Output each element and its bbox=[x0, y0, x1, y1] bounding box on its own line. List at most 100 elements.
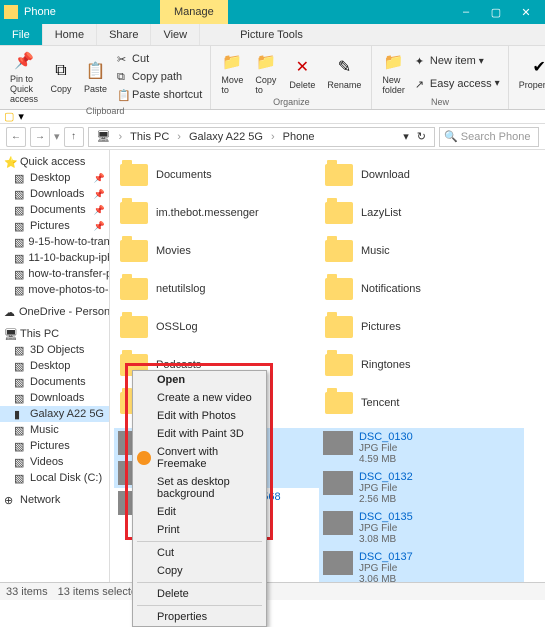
sidebar-device[interactable]: ▮Galaxy A22 5G bbox=[0, 406, 109, 422]
forward-button[interactable]: → bbox=[30, 127, 50, 147]
sidebar-onedrive[interactable]: ☁OneDrive - Personal bbox=[0, 304, 109, 320]
file-item[interactable]: DSC_0132JPG File2.56 MB bbox=[319, 468, 524, 508]
sidebar-3d-objects[interactable]: ▧3D Objects bbox=[0, 342, 109, 358]
properties-button[interactable]: ✔Properties bbox=[515, 48, 545, 97]
minimize-button[interactable]: – bbox=[451, 1, 481, 23]
close-button[interactable]: ✕ bbox=[511, 1, 541, 23]
copy-to-icon: 📁 bbox=[255, 51, 277, 73]
tree-label: OneDrive - Personal bbox=[19, 306, 109, 318]
ctx-convert-freemake[interactable]: Convert with Freemake bbox=[133, 443, 266, 473]
search-input[interactable]: 🔍 Search Phone bbox=[439, 127, 539, 147]
folder-item[interactable]: Download bbox=[319, 156, 524, 194]
ctx-print[interactable]: Print bbox=[133, 521, 266, 539]
file-type: JPG File bbox=[359, 443, 413, 454]
status-selected-count: 13 items selected bbox=[58, 586, 144, 598]
folder-item[interactable]: Ringtones bbox=[319, 346, 524, 384]
ctx-edit-photos[interactable]: Edit with Photos bbox=[133, 407, 266, 425]
folder-icon: ▧ bbox=[14, 188, 26, 200]
breadcrumb-device[interactable]: Galaxy A22 5G bbox=[185, 131, 267, 143]
ctx-cut[interactable]: Cut bbox=[133, 544, 266, 562]
folder-item[interactable]: Documents bbox=[114, 156, 319, 194]
ctx-set-desktop-bg[interactable]: Set as desktop background bbox=[133, 473, 266, 503]
paste-button[interactable]: 📋Paste bbox=[80, 48, 111, 106]
folder-icon: ▧ bbox=[14, 172, 26, 184]
ctx-delete[interactable]: Delete bbox=[133, 585, 266, 603]
sidebar-qa-desktop[interactable]: ▧Desktop📌 bbox=[0, 170, 109, 186]
copy-button[interactable]: ⧉Copy bbox=[46, 48, 76, 106]
sidebar-local-disk--c--[interactable]: ▧Local Disk (C:) bbox=[0, 470, 109, 486]
new-item-button[interactable]: ✦New item ▾ bbox=[415, 54, 500, 68]
tab-picture-tools[interactable]: Picture Tools bbox=[230, 24, 313, 45]
ctx-copy[interactable]: Copy bbox=[133, 562, 266, 580]
tab-file[interactable]: File bbox=[0, 24, 43, 45]
sidebar-videos[interactable]: ▧Videos bbox=[0, 454, 109, 470]
folder-item[interactable]: LazyList bbox=[319, 194, 524, 232]
breadcrumb-leaf[interactable]: Phone bbox=[279, 131, 319, 143]
file-name: DSC_0130 bbox=[359, 431, 413, 443]
move-to-button[interactable]: 📁Move to bbox=[217, 48, 247, 97]
file-item[interactable]: DSC_0130JPG File4.59 MB bbox=[319, 428, 524, 468]
easy-access-button[interactable]: ↗Easy access ▾ bbox=[415, 77, 500, 91]
tab-home[interactable]: Home bbox=[43, 24, 97, 45]
sidebar-pictures[interactable]: ▧Pictures bbox=[0, 438, 109, 454]
sidebar-music[interactable]: ▧Music bbox=[0, 422, 109, 438]
folder-name: Notifications bbox=[361, 283, 421, 295]
pin-quick-access-button[interactable]: 📌Pin to Quick access bbox=[6, 48, 42, 106]
folder-item[interactable]: im.thebot.messenger bbox=[114, 194, 319, 232]
address-bar: ← → ▾ ↑ 🖥› This PC› Galaxy A22 5G› Phone… bbox=[0, 124, 545, 150]
copy-path-button[interactable]: ⧉Copy path bbox=[117, 70, 202, 84]
delete-button[interactable]: ✕Delete bbox=[285, 48, 319, 97]
refresh-button[interactable]: ↻ bbox=[413, 130, 430, 143]
folder-item[interactable]: Notifications bbox=[319, 270, 524, 308]
sidebar-quick-access[interactable]: ⭐Quick access bbox=[0, 154, 109, 170]
sidebar-link[interactable]: ▧11-10-backup-iphone-t bbox=[0, 250, 109, 266]
ctx-create-video[interactable]: Create a new video bbox=[133, 389, 266, 407]
easy-access-icon: ↗ bbox=[415, 78, 427, 90]
paste-shortcut-button[interactable]: 📋Paste shortcut bbox=[117, 88, 202, 102]
sidebar-qa-pictures[interactable]: ▧Pictures📌 bbox=[0, 218, 109, 234]
breadcrumb[interactable]: 🖥› This PC› Galaxy A22 5G› Phone ▾ ↻ bbox=[88, 127, 435, 147]
ctx-edit-paint3d[interactable]: Edit with Paint 3D bbox=[133, 425, 266, 443]
file-name: DSC_0132 bbox=[359, 471, 413, 483]
tree-label: Desktop bbox=[30, 172, 70, 184]
tab-share[interactable]: Share bbox=[97, 24, 151, 45]
back-button[interactable]: ← bbox=[6, 127, 26, 147]
file-item[interactable]: DSC_0135JPG File3.08 MB bbox=[319, 508, 524, 548]
sidebar-this-pc[interactable]: 🖥This PC bbox=[0, 326, 109, 342]
sidebar-link[interactable]: ▧how-to-transfer-photos bbox=[0, 266, 109, 282]
sidebar-qa-downloads[interactable]: ▧Downloads📌 bbox=[0, 186, 109, 202]
tree-label: Network bbox=[20, 494, 60, 506]
qat-chevron-icon[interactable]: ▾ bbox=[18, 110, 24, 123]
maximize-button[interactable]: ▢ bbox=[481, 1, 511, 23]
sidebar-documents[interactable]: ▧Documents bbox=[0, 374, 109, 390]
breadcrumb-root[interactable]: This PC bbox=[126, 131, 173, 143]
new-folder-button[interactable]: 📁New folder bbox=[378, 48, 409, 97]
sidebar-network[interactable]: ⊕Network bbox=[0, 492, 109, 508]
cut-button[interactable]: ✂Cut bbox=[117, 52, 202, 66]
sidebar-qa-documents[interactable]: ▧Documents📌 bbox=[0, 202, 109, 218]
star-icon: ⭐ bbox=[4, 156, 16, 168]
folder-item[interactable]: Music bbox=[319, 232, 524, 270]
group-label: Clipboard bbox=[6, 106, 204, 116]
rename-button[interactable]: ✎Rename bbox=[323, 48, 365, 97]
ribbon: 📌Pin to Quick access ⧉Copy 📋Paste ✂Cut ⧉… bbox=[0, 46, 545, 110]
folder-item[interactable]: OSSLog bbox=[114, 308, 319, 346]
sidebar-link[interactable]: ▧9-15-how-to-transfer-p bbox=[0, 234, 109, 250]
ctx-edit[interactable]: Edit bbox=[133, 503, 266, 521]
recent-dropdown[interactable]: ▾ bbox=[54, 130, 60, 143]
address-dropdown[interactable]: ▾ bbox=[399, 130, 413, 143]
ctx-open[interactable]: Open bbox=[133, 371, 266, 389]
sidebar-link[interactable]: ▧move-photos-to-sd-ca bbox=[0, 282, 109, 298]
up-button[interactable]: ↑ bbox=[64, 127, 84, 147]
sidebar-desktop[interactable]: ▧Desktop bbox=[0, 358, 109, 374]
folder-item[interactable]: Movies bbox=[114, 232, 319, 270]
qat-new-folder-icon[interactable]: ▢ bbox=[4, 110, 14, 123]
folder-item[interactable]: Tencent bbox=[319, 384, 524, 422]
sidebar-downloads[interactable]: ▧Downloads bbox=[0, 390, 109, 406]
copy-to-button[interactable]: 📁Copy to bbox=[251, 48, 281, 97]
ctx-properties[interactable]: Properties bbox=[133, 608, 266, 626]
folder-item[interactable]: netutilslog bbox=[114, 270, 319, 308]
tab-view[interactable]: View bbox=[151, 24, 200, 45]
folder-item[interactable]: Pictures bbox=[319, 308, 524, 346]
folder-icon: ▧ bbox=[14, 456, 26, 468]
